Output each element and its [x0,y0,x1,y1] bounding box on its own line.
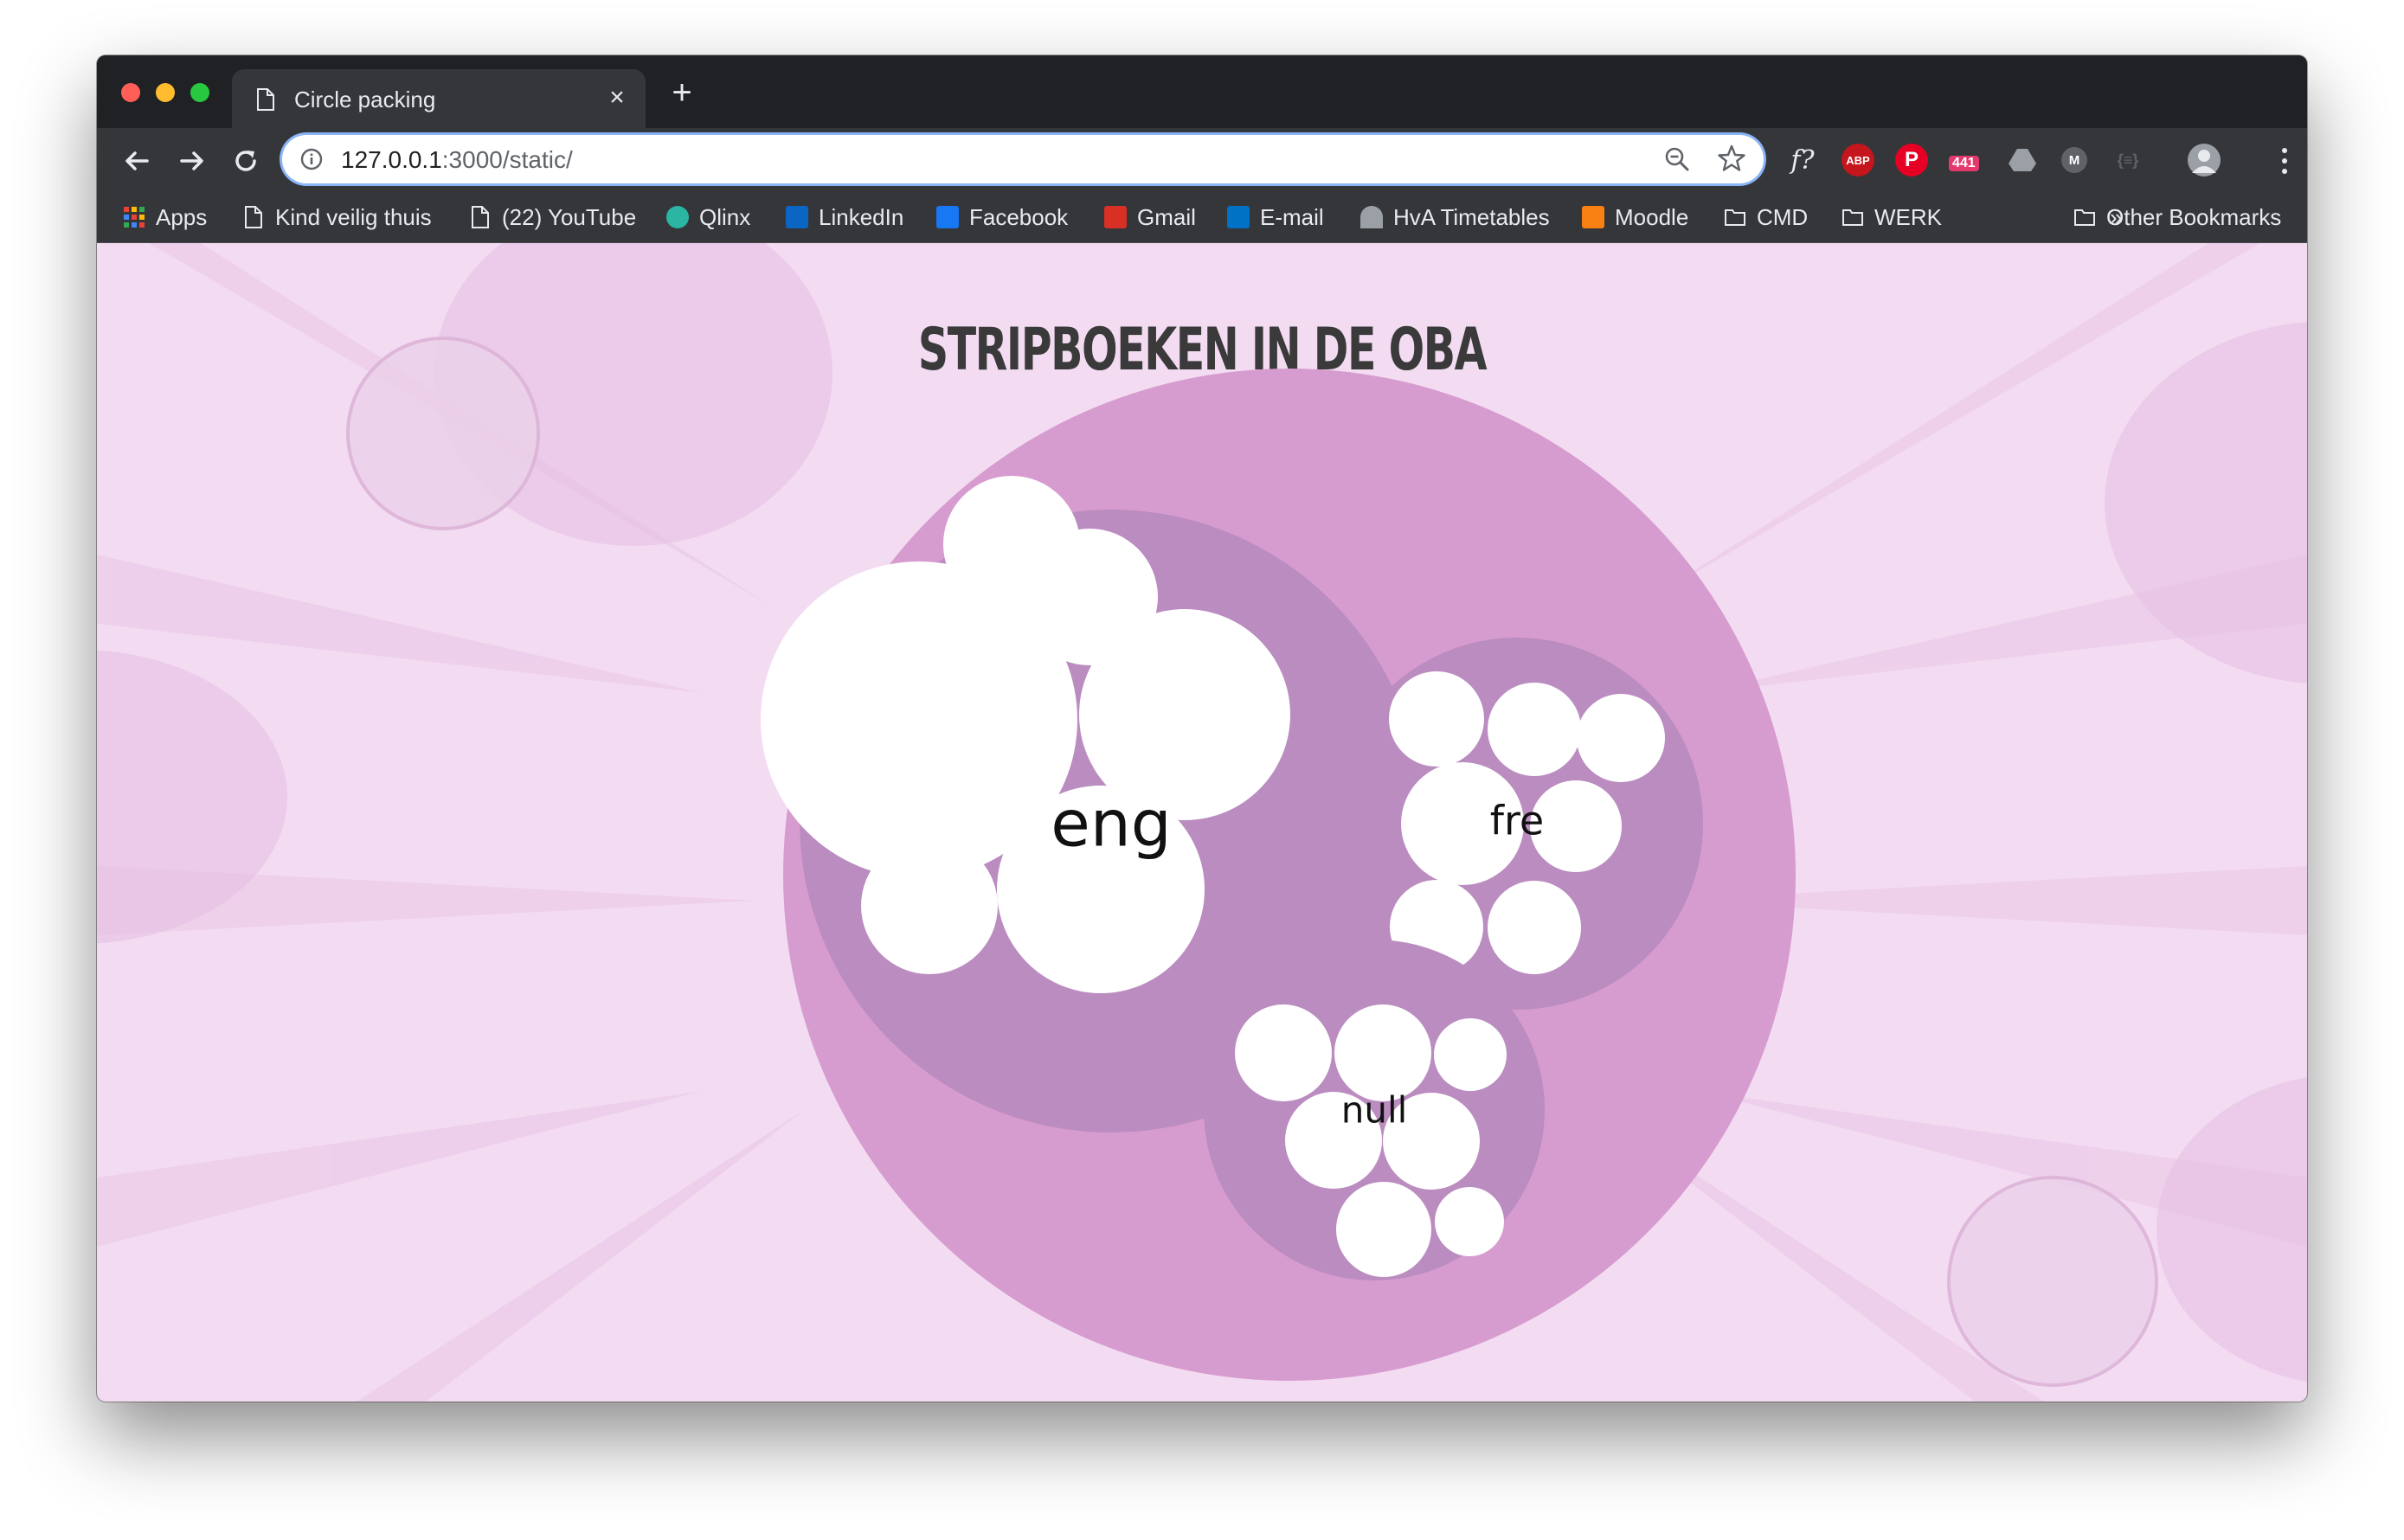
maximize-window-button[interactable] [190,83,209,102]
bookmark-label: Gmail [1137,203,1196,230]
ext-m-icon[interactable]: M [2061,147,2087,173]
leaf-circle[interactable] [1488,683,1581,776]
bookmark-email[interactable]: E-mail [1227,202,1324,232]
bookmark-label: Facebook [969,203,1069,230]
browser-window: Circle packing × + 127.0.0.1:3000/static… [97,55,2307,1402]
linkedin-icon [786,206,808,228]
tab-title: Circle packing [294,87,436,112]
new-tab-button[interactable]: + [668,75,696,110]
folder-icon [1725,209,1745,226]
ext-pinterest-icon[interactable]: P [1895,144,1928,176]
bookmark-label: Apps [156,203,208,230]
close-tab-icon[interactable]: × [604,85,630,111]
bookmark-werk[interactable]: WERK [1842,202,1942,232]
bookmark-label: E-mail [1260,203,1324,230]
bookmark-label: WERK [1874,203,1942,230]
forward-button[interactable] [175,144,209,178]
ext-drive-icon[interactable] [2006,144,2039,176]
page-viewport: STRIPBOEKEN IN DE OBA eng fre null [97,243,2307,1402]
bookmark-moodle[interactable]: Moodle [1582,202,1688,232]
bookmarks-bar: Apps Kind veilig thuis (22) YouTube Qlin… [97,192,2307,243]
bookmark-linkedin[interactable]: LinkedIn [786,202,903,232]
forward-arrow-icon [180,151,203,170]
outlook-icon [1227,206,1250,228]
ext-json-icon[interactable]: {≡} [2112,144,2144,176]
gmail-icon [1104,206,1127,228]
bookmark-star-icon[interactable] [1717,144,1746,173]
avatar-icon [2192,150,2216,173]
site-info-icon[interactable] [299,147,324,171]
ext-fx-icon[interactable]: f? [1786,144,1819,176]
leaf-circle[interactable] [1577,694,1665,782]
menu-dots-icon[interactable] [2279,145,2290,176]
url-text[interactable]: 127.0.0.1:3000/static/ [341,146,573,174]
reload-button[interactable] [228,144,263,178]
bookmark-label: Other Bookmarks [2106,203,2282,230]
page-icon [245,206,262,228]
leaf-circle[interactable] [1435,1187,1504,1256]
hva-icon [1360,206,1383,228]
folder-icon [1842,209,1863,226]
tab-circle-packing[interactable]: Circle packing × [232,69,646,128]
apps-grid-icon [124,207,145,228]
leaf-circle[interactable] [1389,671,1484,767]
ext-adblock-icon[interactable]: ABP [1842,144,1874,176]
facebook-icon [936,206,959,228]
leaf-circle[interactable] [1488,881,1581,974]
group-null[interactable]: null [1204,940,1545,1280]
bookmark-gmail[interactable]: Gmail [1104,202,1196,232]
bookmark-facebook[interactable]: Facebook [936,202,1068,232]
bookmark-label: (22) YouTube [502,203,637,230]
bookmark-label: CMD [1757,203,1809,230]
bookmark-label: Qlinx [699,203,751,230]
bookmark-label: HvA Timetables [1393,203,1550,230]
group-label: null [1341,1089,1408,1132]
ext-badge: 441 [1949,156,1979,171]
folder-icon [2074,209,2095,226]
back-arrow-icon [125,151,149,170]
close-window-button[interactable] [121,83,140,102]
bookmark-cmd[interactable]: CMD [1724,202,1808,232]
leaf-circle[interactable] [1235,1004,1332,1101]
bookmark-kind-veilig-thuis[interactable]: Kind veilig thuis [242,202,432,232]
url-host: 127.0.0.1 [341,146,442,173]
leaf-circle[interactable] [1334,1004,1431,1101]
page-icon [257,88,274,111]
other-bookmarks[interactable]: Other Bookmarks [2073,202,2281,232]
bookmark-label: Moodle [1615,203,1689,230]
zoom-icon[interactable] [1663,145,1691,173]
bookmark-label: LinkedIn [819,203,904,230]
bookmark-label: Kind veilig thuis [275,203,432,230]
back-button[interactable] [119,144,154,178]
address-bar[interactable]: 127.0.0.1:3000/static/ [282,135,1764,183]
leaf-circle[interactable] [1434,1018,1507,1091]
reload-icon [235,151,256,171]
leaf-circle[interactable] [1336,1182,1431,1277]
ext-counter-icon[interactable]: 441 [1949,144,1989,176]
circle-packing-chart: eng fre null [761,369,1796,1381]
bookmark-hva-timetables[interactable]: HvA Timetables [1360,202,1550,232]
leaf-circle[interactable] [861,837,998,974]
qlinx-icon [666,206,689,228]
bookmark-youtube[interactable]: (22) YouTube [469,202,636,232]
drive-icon [2009,149,2036,171]
tab-strip: Circle packing × + [97,55,2307,128]
page-icon [472,206,489,228]
profile-avatar[interactable] [2188,144,2221,176]
moodle-icon [1582,206,1604,228]
toolbar: 127.0.0.1:3000/static/ f? ABP P 441 M {≡… [97,128,2307,192]
bookmark-apps[interactable]: Apps [123,202,207,232]
group-label: eng [1051,787,1171,862]
group-label: fre [1490,798,1544,844]
minimize-window-button[interactable] [156,83,175,102]
url-path: :3000/static/ [441,146,573,173]
bookmark-qlinx[interactable]: Qlinx [666,202,750,232]
